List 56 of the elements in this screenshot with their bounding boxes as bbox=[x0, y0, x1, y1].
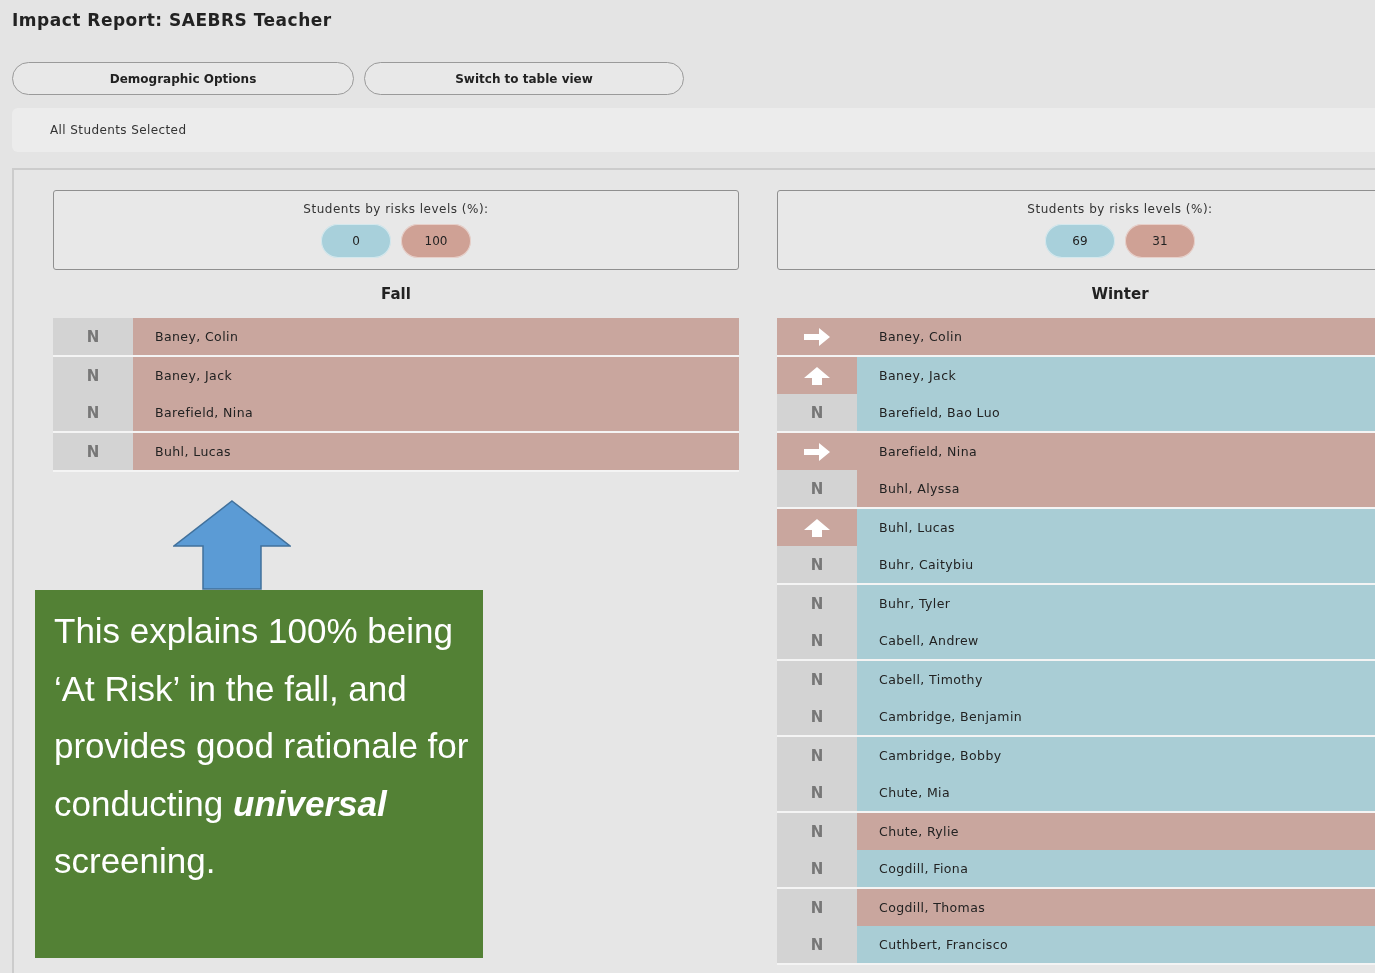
no-change-mark: N bbox=[86, 327, 100, 346]
no-change-mark: N bbox=[810, 746, 824, 765]
filter-text: All Students Selected bbox=[50, 123, 187, 137]
risk-percentage: 31 bbox=[1125, 224, 1195, 258]
student-name: Cabell, Timothy bbox=[857, 661, 1375, 698]
risk-percentage: 69 bbox=[1045, 224, 1115, 258]
summary-label: Students by risks levels (%): bbox=[1027, 202, 1213, 216]
no-change-mark: N bbox=[810, 479, 824, 498]
up-arrow-icon bbox=[802, 365, 832, 386]
summary-label: Students by risks levels (%): bbox=[303, 202, 489, 216]
no-change-mark: N bbox=[86, 403, 100, 422]
student-name: Chute, Rylie bbox=[857, 813, 1375, 850]
no-change-mark: N bbox=[810, 707, 824, 726]
student-name: Buhl, Alyssa bbox=[857, 470, 1375, 507]
no-change-mark: N bbox=[810, 594, 824, 613]
student-name: Barefield, Bao Luo bbox=[857, 394, 1375, 431]
option-button[interactable]: Switch to table view bbox=[364, 62, 684, 95]
up-arrow-icon bbox=[173, 500, 291, 590]
season-heading: Winter bbox=[1091, 285, 1149, 303]
right-arrow-icon bbox=[802, 441, 832, 462]
student-name: Cambridge, Benjamin bbox=[857, 698, 1375, 735]
up-arrow-icon bbox=[802, 517, 832, 538]
no-change-mark: N bbox=[810, 935, 824, 954]
no-change-mark: N bbox=[810, 859, 824, 878]
student-name: Cabell, Andrew bbox=[857, 622, 1375, 659]
no-change-mark: N bbox=[810, 898, 824, 917]
student-name: Buhr, Tyler bbox=[857, 585, 1375, 622]
student-name: Cambridge, Bobby bbox=[857, 737, 1375, 774]
student-name: Buhl, Lucas bbox=[133, 433, 739, 470]
student-name: Baney, Jack bbox=[133, 357, 739, 394]
no-change-mark: N bbox=[810, 403, 824, 422]
report-title: Impact Report: SAEBRS Teacher bbox=[11, 9, 333, 32]
option-button[interactable]: Demographic Options bbox=[12, 62, 354, 95]
no-change-mark: N bbox=[810, 631, 824, 650]
student-name: Buhl, Lucas bbox=[857, 509, 1375, 546]
student-name: Chute, Mia bbox=[857, 774, 1375, 811]
student-name: Baney, Jack bbox=[857, 357, 1375, 394]
no-change-mark: N bbox=[810, 822, 824, 841]
student-name: Cogdill, Thomas bbox=[857, 889, 1375, 926]
student-name: Barefield, Nina bbox=[857, 433, 1375, 470]
right-arrow-icon bbox=[802, 326, 832, 347]
student-name: Cogdill, Fiona bbox=[857, 850, 1375, 887]
student-name: Baney, Colin bbox=[133, 318, 739, 355]
annotation-callout: This explains 100% being ‘At Risk’ in the fall, and provides good rationale for conducting universal screening. bbox=[35, 590, 483, 958]
student-name: Buhr, Caitybiu bbox=[857, 546, 1375, 583]
student-name: Cuthbert, Francisco bbox=[857, 926, 1375, 963]
no-change-mark: N bbox=[810, 555, 824, 574]
no-change-mark: N bbox=[86, 366, 100, 385]
risk-percentage: 0 bbox=[321, 224, 391, 258]
student-name: Baney, Colin bbox=[857, 318, 1375, 355]
season-heading: Fall bbox=[381, 285, 411, 303]
no-change-mark: N bbox=[810, 670, 824, 689]
student-name: Barefield, Nina bbox=[133, 394, 739, 431]
risk-percentage: 100 bbox=[401, 224, 471, 258]
no-change-mark: N bbox=[810, 783, 824, 802]
no-change-mark: N bbox=[86, 442, 100, 461]
